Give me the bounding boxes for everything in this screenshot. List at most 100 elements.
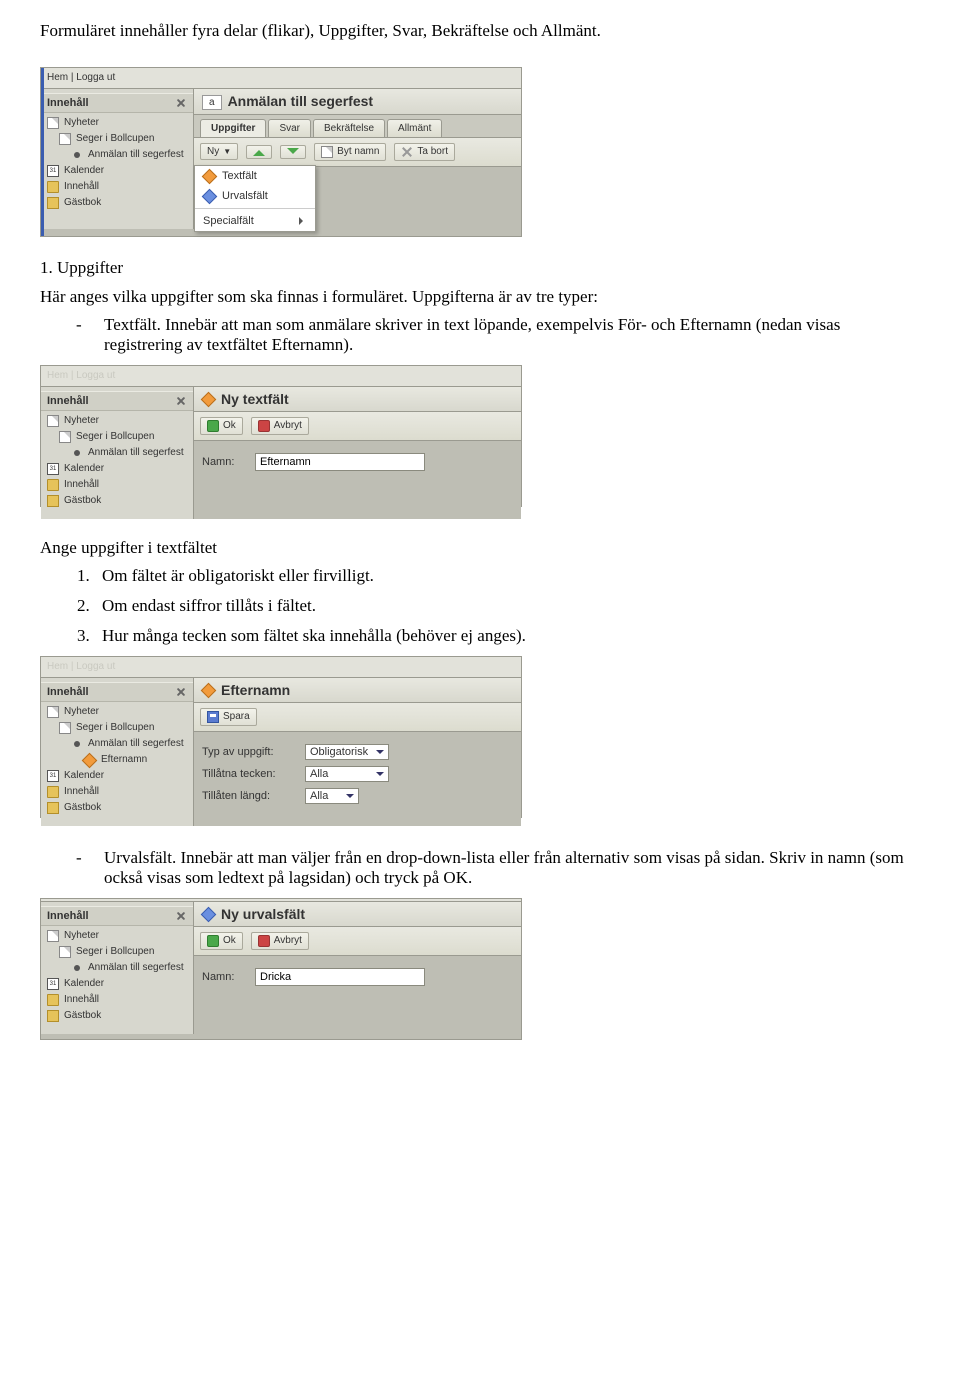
typ-row: Typ av uppgift: Obligatorisk <box>202 744 513 760</box>
nav-loggaut[interactable]: Logga ut <box>76 72 115 83</box>
avbryt-label: Avbryt <box>274 935 302 946</box>
spara-label: Spara <box>223 711 250 722</box>
tabort-label: Ta bort <box>417 146 448 157</box>
toolbar: Ny ▼ Byt namn Ta bort <box>194 138 521 167</box>
collapse-icon[interactable] <box>175 97 187 109</box>
sidebar-item-label: Kalender <box>64 978 104 989</box>
langd-select[interactable]: Alla <box>305 788 359 804</box>
sidebar-item-kalender[interactable]: Kalender <box>41 163 193 179</box>
sidebar-item-nyheter[interactable]: Nyheter <box>41 928 193 944</box>
book-icon <box>47 495 59 507</box>
sidebar-item-innehall[interactable]: Innehåll <box>41 179 193 195</box>
menu-item-label: Urvalsfält <box>222 190 268 202</box>
page-icon <box>59 133 71 145</box>
avbryt-button[interactable]: Avbryt <box>251 932 309 950</box>
tab-allmant[interactable]: Allmänt <box>387 119 442 137</box>
rename-icon <box>321 146 333 158</box>
avbryt-button[interactable]: Avbryt <box>251 417 309 435</box>
sidebar-header[interactable]: Innehåll <box>41 682 193 702</box>
tab-svar[interactable]: Svar <box>268 119 311 137</box>
arrow-down-icon <box>287 148 299 160</box>
sidebar-item-seger[interactable]: Seger i Bollcupen <box>41 429 193 445</box>
page-title: Anmälan till segerfest <box>228 93 374 109</box>
sidebar-item-gastbok[interactable]: Gästbok <box>41 800 193 816</box>
move-down-button[interactable] <box>280 145 306 159</box>
ny-button[interactable]: Ny ▼ <box>200 143 238 160</box>
sidebar-item-seger[interactable]: Seger i Bollcupen <box>41 720 193 736</box>
folder-icon <box>47 181 59 193</box>
tab-bekraftelse[interactable]: Bekräftelse <box>313 119 385 137</box>
tabort-button[interactable]: Ta bort <box>394 143 455 161</box>
sidebar-item-anmalan[interactable]: Anmälan till segerfest <box>41 960 193 976</box>
sidebar-item-label: Anmälan till segerfest <box>88 738 184 749</box>
dot-icon <box>74 152 80 158</box>
sidebar-item-efternamn[interactable]: Efternamn <box>41 752 193 768</box>
folder-icon <box>47 479 59 491</box>
collapse-icon[interactable] <box>175 395 187 407</box>
namn-row: Namn: <box>202 453 513 471</box>
sidebar-item-kalender[interactable]: Kalender <box>41 768 193 784</box>
nav-hem[interactable]: Hem <box>47 370 68 381</box>
title-bar: Ny urvalsfält <box>194 902 521 927</box>
canvas: Namn: <box>194 956 521 1034</box>
sidebar-item-anmalan[interactable]: Anmälan till segerfest <box>41 147 193 163</box>
bytnamn-button[interactable]: Byt namn <box>314 143 386 161</box>
top-nav: Hem | Logga ut <box>41 366 521 387</box>
sidebar-item-label: Kalender <box>64 463 104 474</box>
sidebar-item-label: Kalender <box>64 770 104 781</box>
sidebar-item-nyheter[interactable]: Nyheter <box>41 115 193 131</box>
nav-hem[interactable]: Hem <box>47 661 68 672</box>
collapse-icon[interactable] <box>175 910 187 922</box>
ok-button[interactable]: Ok <box>200 417 243 435</box>
sidebar-item-innehall[interactable]: Innehåll <box>41 784 193 800</box>
sidebar-item-innehall[interactable]: Innehåll <box>41 992 193 1008</box>
sidebar-item-label: Seger i Bollcupen <box>76 946 154 957</box>
page-title: Efternamn <box>221 682 290 698</box>
intro-paragraph: Formuläret innehåller fyra delar (flikar… <box>40 20 920 43</box>
sidebar-item-kalender[interactable]: Kalender <box>41 461 193 477</box>
namn-row: Namn: <box>202 968 513 986</box>
screenshot-1: Hem | Logga ut Innehåll Nyheter Seger i … <box>40 67 522 237</box>
sidebar-item-gastbok[interactable]: Gästbok <box>41 195 193 211</box>
sidebar-item-nyheter[interactable]: Nyheter <box>41 704 193 720</box>
nav-loggaut[interactable]: Logga ut <box>76 661 115 672</box>
sidebar-item-anmalan[interactable]: Anmälan till segerfest <box>41 445 193 461</box>
sidebar-item-seger[interactable]: Seger i Bollcupen <box>41 131 193 147</box>
sidebar-header[interactable]: Innehåll <box>41 391 193 411</box>
title-chip: a <box>202 95 222 110</box>
ok-button[interactable]: Ok <box>200 932 243 950</box>
typ-select[interactable]: Obligatorisk <box>305 744 389 760</box>
sidebar-item-label: Gästbok <box>64 802 101 813</box>
page-icon <box>47 706 59 718</box>
sidebar-header[interactable]: Innehåll <box>41 93 193 113</box>
tecken-select[interactable]: Alla <box>305 766 389 782</box>
spara-button[interactable]: Spara <box>200 708 257 726</box>
tab-uppgifter[interactable]: Uppgifter <box>200 119 266 137</box>
menu-urvalsfalt[interactable]: Urvalsfält <box>195 186 315 206</box>
folder-icon <box>47 786 59 798</box>
sidebar-item-anmalan[interactable]: Anmälan till segerfest <box>41 736 193 752</box>
menu-specialfalt[interactable]: Specialfält <box>195 211 315 231</box>
namn-input[interactable] <box>255 968 425 986</box>
collapse-icon[interactable] <box>175 686 187 698</box>
calendar-icon <box>47 165 59 177</box>
screenshot-2: Hem | Logga ut Innehåll Nyheter Seger i … <box>40 365 522 507</box>
sidebar-header-label: Innehåll <box>47 395 89 407</box>
move-up-button[interactable] <box>246 145 272 159</box>
sidebar-item-nyheter[interactable]: Nyheter <box>41 413 193 429</box>
namn-input[interactable] <box>255 453 425 471</box>
sidebar-item-gastbok[interactable]: Gästbok <box>41 493 193 509</box>
top-nav: Hem | Logga ut <box>41 68 521 89</box>
diamond-blue-icon <box>202 189 218 205</box>
nav-loggaut[interactable]: Logga ut <box>76 370 115 381</box>
sidebar-item-kalender[interactable]: Kalender <box>41 976 193 992</box>
nav-hem[interactable]: Hem <box>47 72 68 83</box>
sidebar-header[interactable]: Innehåll <box>41 906 193 926</box>
page-icon <box>59 722 71 734</box>
sidebar-item-innehall[interactable]: Innehåll <box>41 477 193 493</box>
menu-textfalt[interactable]: Textfält <box>195 166 315 186</box>
sidebar-item-gastbok[interactable]: Gästbok <box>41 1008 193 1024</box>
left-stripe <box>41 68 44 236</box>
ok-icon <box>207 935 219 947</box>
sidebar-item-seger[interactable]: Seger i Bollcupen <box>41 944 193 960</box>
